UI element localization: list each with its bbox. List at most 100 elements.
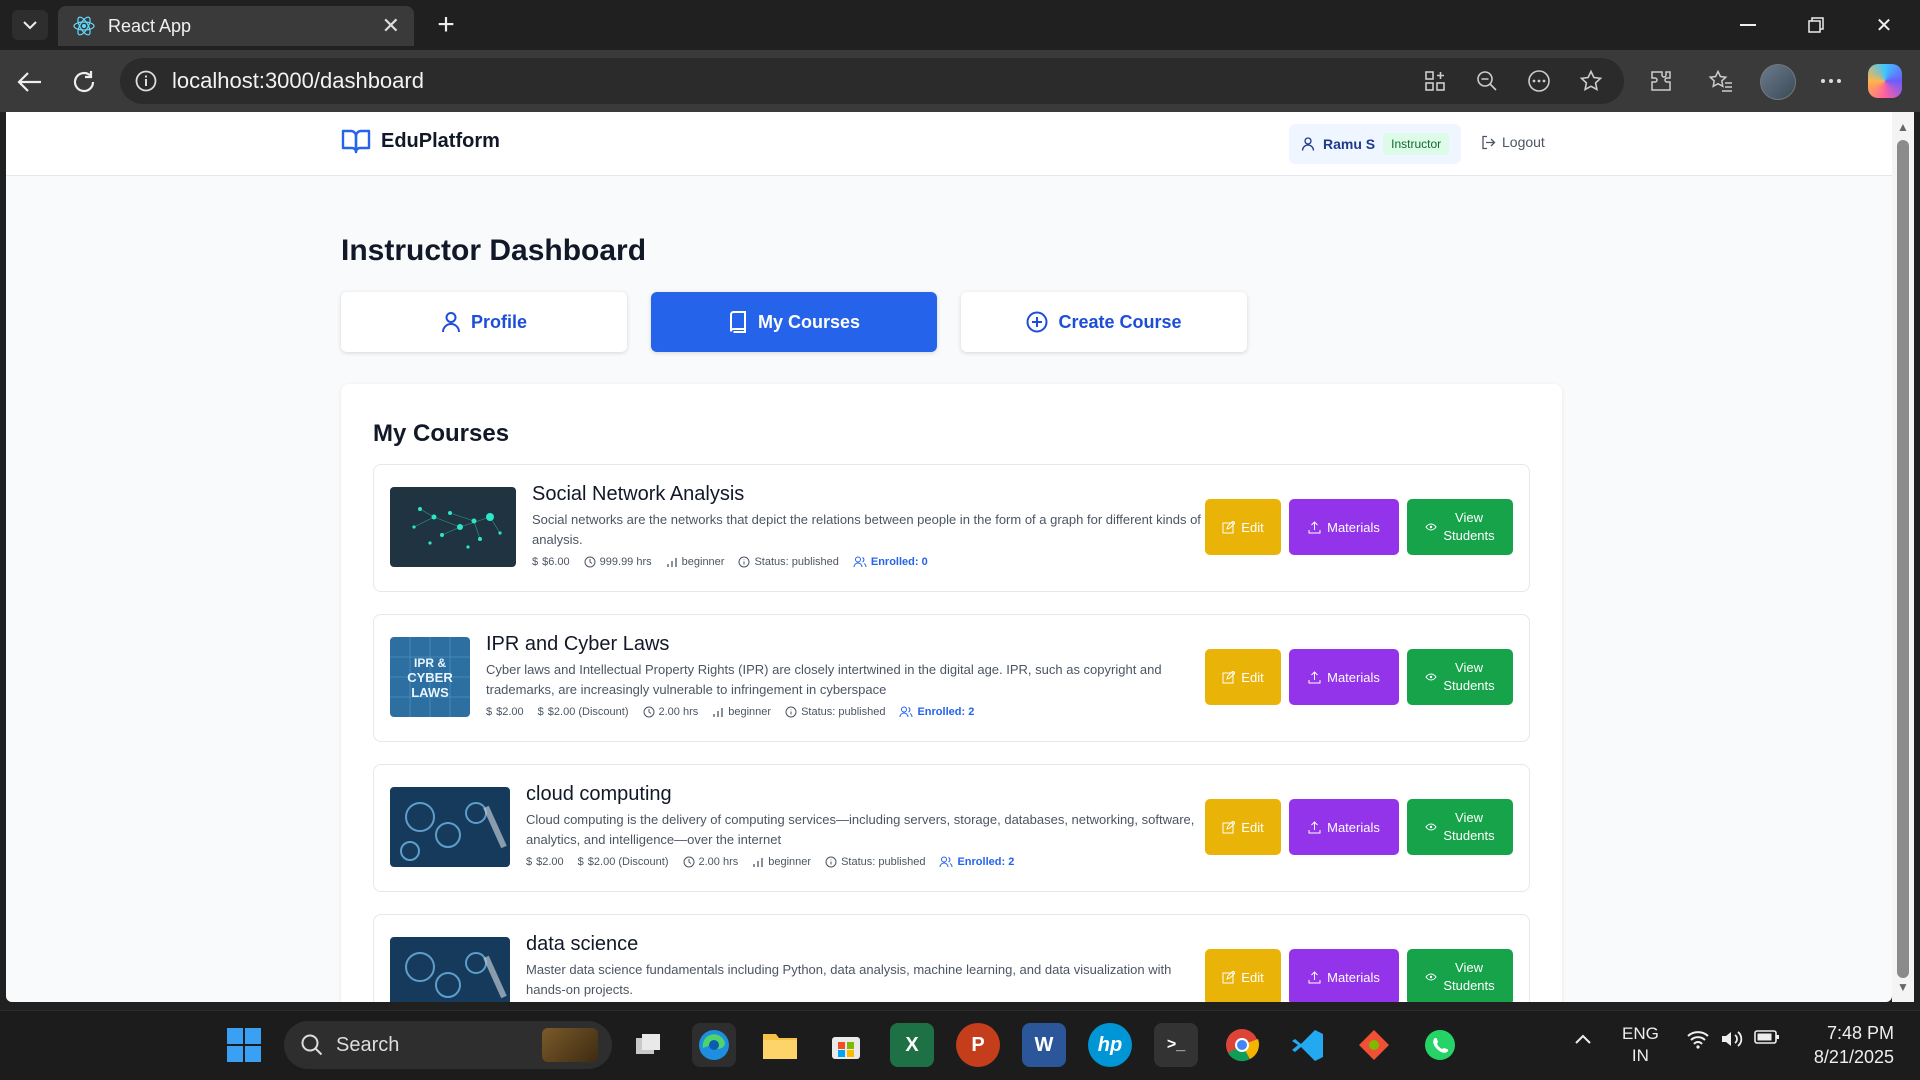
view-students-button[interactable]: View Students	[1407, 649, 1513, 705]
course-thumbnail: IPR & CYBER LAWS	[390, 637, 470, 717]
tab-create-course-label: Create Course	[1058, 311, 1182, 332]
course-actions: Edit Materials View Students	[1205, 799, 1513, 855]
restore-icon[interactable]	[1788, 8, 1844, 42]
view-line2: Students	[1443, 678, 1495, 693]
taskbar-search[interactable]: Search	[284, 1021, 612, 1069]
windows-start-icon[interactable]	[226, 1027, 262, 1063]
view-students-button[interactable]: View Students	[1407, 499, 1513, 555]
tab-my-courses[interactable]: My Courses	[651, 292, 937, 352]
logout-button[interactable]: Logout	[1481, 134, 1545, 150]
copilot-icon[interactable]	[1868, 64, 1902, 98]
more-options-circle-icon[interactable]	[1524, 66, 1554, 96]
course-discount: $2.00 (Discount)	[587, 856, 669, 868]
upload-icon	[1308, 670, 1321, 683]
favorite-star-icon[interactable]	[1576, 66, 1606, 96]
vscode-icon[interactable]	[1286, 1023, 1330, 1067]
chrome-icon[interactable]	[1220, 1023, 1264, 1067]
course-level: beginner	[728, 706, 772, 718]
dollar-icon: $	[532, 556, 539, 568]
clock-icon	[683, 856, 694, 868]
brand-logo[interactable]: EduPlatform	[341, 128, 500, 154]
plus-circle-icon	[1026, 311, 1048, 333]
app-available-icon[interactable]	[1420, 66, 1450, 96]
course-status: Status: published	[841, 856, 926, 868]
browser-tab[interactable]: React App ✕	[58, 6, 414, 46]
course-meta: $ $2.00 $ $2.00 (Discount) 2.00 hrs beginn…	[486, 706, 1202, 718]
eye-icon	[1425, 823, 1437, 831]
scrollbar-thumb[interactable]	[1897, 140, 1909, 978]
favorites-list-icon[interactable]	[1706, 66, 1736, 96]
zoom-out-icon[interactable]	[1472, 66, 1502, 96]
microsoft-store-icon[interactable]	[824, 1023, 868, 1067]
course-details: cloud computing Cloud computing is the d…	[526, 783, 1206, 868]
show-hidden-icons-chevron-icon[interactable]	[1574, 1029, 1592, 1050]
back-arrow-icon[interactable]	[12, 64, 48, 100]
section-title: My Courses	[373, 420, 510, 447]
hp-icon[interactable]: hp	[1088, 1023, 1132, 1067]
tab-create-course[interactable]: Create Course	[961, 292, 1247, 352]
input-language[interactable]: ENG IN	[1622, 1023, 1659, 1067]
whatsapp-icon[interactable]	[1418, 1023, 1462, 1067]
page-scrollbar[interactable]: ▲ ▼	[1892, 112, 1914, 1002]
extensions-puzzle-icon[interactable]	[1646, 66, 1676, 96]
scroll-up-arrow-icon[interactable]: ▲	[1896, 120, 1910, 134]
address-bar[interactable]: localhost:3000/dashboard	[120, 58, 1624, 104]
open-book-icon	[341, 129, 371, 154]
materials-button[interactable]: Materials	[1289, 499, 1399, 555]
terminal-icon[interactable]: >_	[1154, 1023, 1198, 1067]
refresh-icon[interactable]	[66, 64, 102, 100]
course-title[interactable]: IPR and Cyber Laws	[486, 633, 1202, 656]
users-icon	[939, 856, 953, 868]
course-actions: Edit Materials View Students	[1205, 499, 1513, 555]
react-logo-icon	[73, 16, 95, 36]
view-students-button[interactable]: View Students	[1407, 799, 1513, 855]
bar-chart-icon	[666, 558, 677, 567]
minimize-icon[interactable]	[1720, 8, 1776, 42]
close-tab-icon[interactable]: ✕	[382, 13, 400, 39]
view-students-button[interactable]: View Students	[1407, 949, 1513, 1002]
eye-icon	[1425, 673, 1437, 681]
close-window-icon[interactable]: ✕	[1856, 8, 1912, 42]
dashboard-tabs: Profile My Courses Create Course	[341, 292, 1247, 352]
tab-profile[interactable]: Profile	[341, 292, 627, 352]
course-title[interactable]: Social Network Analysis	[532, 483, 1212, 506]
materials-button[interactable]: Materials	[1289, 649, 1399, 705]
course-card: data science Master data science fundame…	[373, 914, 1530, 1002]
tab-actions-chevron-icon[interactable]	[12, 10, 48, 40]
my-courses-panel: My Courses Social Network Analysis Socia…	[341, 384, 1562, 1002]
system-clock[interactable]: 7:48 PM 8/21/2025	[1808, 1021, 1894, 1069]
browser-toolbar: localhost:3000/dashboard	[0, 50, 1920, 112]
course-meta: $ $6.00 999.99 hrs beginner Status: publi…	[532, 556, 1212, 568]
materials-label: Materials	[1327, 969, 1380, 985]
excel-icon[interactable]: X	[890, 1023, 934, 1067]
bar-chart-icon	[753, 858, 763, 867]
scroll-down-arrow-icon[interactable]: ▼	[1896, 980, 1910, 994]
new-tab-plus-icon[interactable]: +	[428, 8, 464, 42]
course-thumbnail	[390, 787, 510, 867]
dollar-icon: $	[526, 856, 533, 868]
battery-icon[interactable]	[1754, 1029, 1780, 1050]
task-view-icon[interactable]	[626, 1023, 670, 1067]
course-title[interactable]: data science	[526, 933, 1206, 956]
edit-icon	[1222, 820, 1236, 833]
edit-button[interactable]: Edit	[1205, 649, 1281, 705]
edit-button[interactable]: Edit	[1205, 499, 1281, 555]
materials-button[interactable]: Materials	[1289, 949, 1399, 1002]
word-icon[interactable]: W	[1022, 1023, 1066, 1067]
git-tool-icon[interactable]	[1352, 1023, 1396, 1067]
edge-browser-icon[interactable]	[692, 1023, 736, 1067]
settings-more-icon[interactable]	[1816, 66, 1846, 96]
powerpoint-icon[interactable]: P	[956, 1023, 1000, 1067]
edit-button[interactable]: Edit	[1205, 949, 1281, 1002]
materials-button[interactable]: Materials	[1289, 799, 1399, 855]
site-info-icon[interactable]	[134, 69, 158, 93]
file-explorer-icon[interactable]	[758, 1023, 802, 1067]
volume-icon[interactable]	[1720, 1029, 1744, 1054]
profile-avatar[interactable]	[1760, 64, 1796, 100]
edit-button[interactable]: Edit	[1205, 799, 1281, 855]
lang-line1: ENG	[1622, 1024, 1659, 1043]
course-title[interactable]: cloud computing	[526, 783, 1206, 806]
wifi-icon[interactable]	[1686, 1029, 1710, 1054]
course-card: cloud computing Cloud computing is the d…	[373, 764, 1530, 892]
course-meta: $ $2.00 $ $2.00 (Discount) 2.00 hrs beginn…	[526, 856, 1206, 868]
